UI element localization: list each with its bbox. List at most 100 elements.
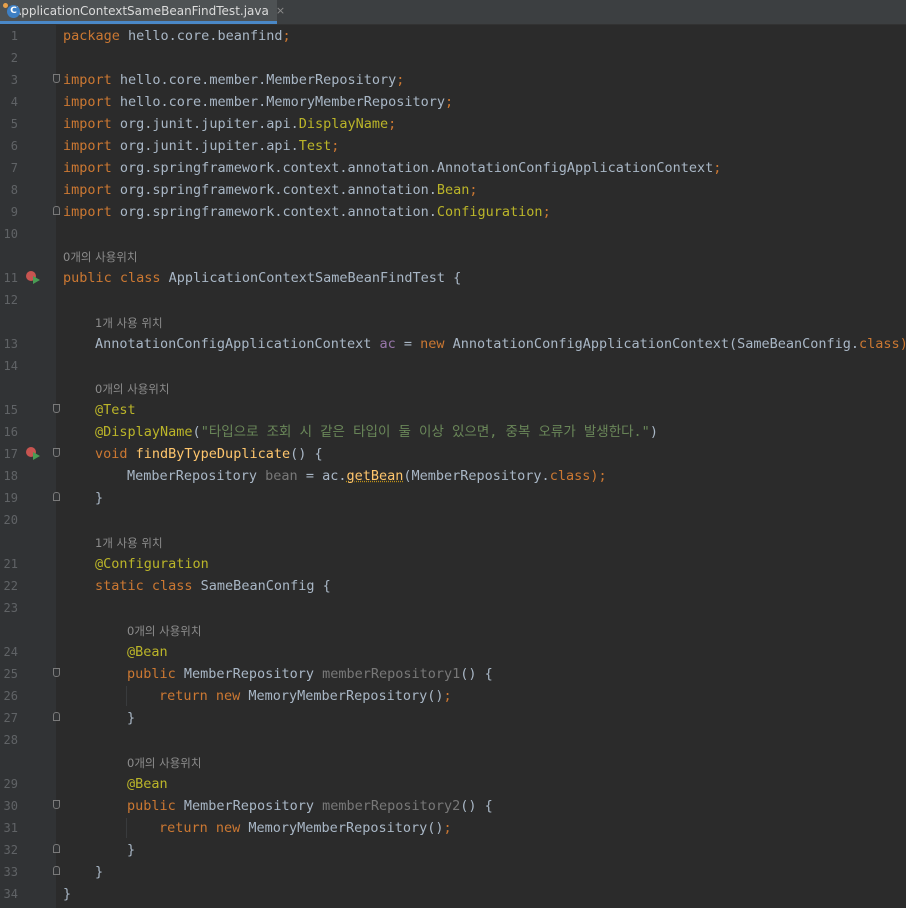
code-text: public class ApplicationContextSameBeanF…: [63, 270, 462, 286]
code-text: import hello.core.member.MemberRepositor…: [63, 72, 405, 88]
line-number: 33: [3, 865, 18, 879]
line-number: 20: [3, 513, 18, 527]
code-line: 6 import org.junit.jupiter.api.Test;: [0, 135, 906, 157]
line-number: 4: [10, 95, 18, 109]
code-line: 15 @Test: [0, 399, 906, 421]
line-number: 8: [10, 183, 18, 197]
line-number: 1: [10, 29, 18, 43]
fold-toggle-icon[interactable]: [53, 74, 60, 83]
fold-end-icon[interactable]: [53, 206, 60, 215]
run-test-icon[interactable]: [26, 271, 40, 285]
code-line: 30 public MemberRepository memberReposit…: [0, 795, 906, 817]
code-text: import org.springframework.context.annot…: [63, 160, 722, 176]
code-line: 25 public MemberRepository memberReposit…: [0, 663, 906, 685]
line-number: 30: [3, 799, 18, 813]
tab-title: ApplicationContextSameBeanFindTest.java: [13, 3, 269, 18]
usage-hint[interactable]: 0개의 사용위치: [63, 249, 137, 265]
line-number: 34: [3, 887, 18, 901]
code-text: }: [95, 490, 104, 506]
code-text: public MemberRepository memberRepository…: [127, 666, 493, 682]
code-text: @DisplayName("타입으로 조회 시 같은 타입이 둘 이상 있으면,…: [95, 424, 658, 440]
fold-toggle-icon[interactable]: [53, 668, 60, 677]
line-number: 29: [3, 777, 18, 791]
line-number: 24: [3, 645, 18, 659]
code-text: return new MemoryMemberRepository();: [159, 688, 452, 704]
code-line: 32 }: [0, 839, 906, 861]
line-number: 17: [3, 447, 18, 461]
code-line: 5 import org.junit.jupiter.api.DisplayNa…: [0, 113, 906, 135]
usage-hint[interactable]: 0개의 사용위치: [127, 623, 201, 639]
code-text: @Test: [95, 402, 136, 418]
tab-close-icon[interactable]: ×: [276, 4, 285, 17]
code-line: 34 }: [0, 883, 906, 905]
fold-toggle-icon[interactable]: [53, 448, 60, 457]
line-number: 5: [10, 117, 18, 131]
code-line: 22 static class SameBeanConfig {: [0, 575, 906, 597]
fold-toggle-icon[interactable]: [53, 404, 60, 413]
run-test-icon[interactable]: [26, 447, 40, 461]
line-number: 11: [3, 271, 18, 285]
line-number: 32: [3, 843, 18, 857]
code-line: 17 void findByTypeDuplicate() {: [0, 443, 906, 465]
code-text: void findByTypeDuplicate() {: [95, 446, 323, 462]
line-number: 6: [10, 139, 18, 153]
code-line: 1 package hello.core.beanfind;: [0, 25, 906, 47]
line-number: 19: [3, 491, 18, 505]
code-text: MemberRepository bean = ac.getBean(Membe…: [127, 468, 607, 484]
code-line: 19 }: [0, 487, 906, 509]
code-line: 16 @DisplayName("타입으로 조회 시 같은 타입이 둘 이상 있…: [0, 421, 906, 443]
editor-tab[interactable]: C ApplicationContextSameBeanFindTest.jav…: [0, 0, 285, 24]
code-line: 9 import org.springframework.context.ann…: [0, 201, 906, 223]
line-number: 26: [3, 689, 18, 703]
code-line: 12: [0, 289, 906, 311]
fold-end-icon[interactable]: [53, 492, 60, 501]
usage-hint[interactable]: 0개의 사용위치: [95, 381, 169, 397]
code-line: 27 }: [0, 707, 906, 729]
code-text: }: [127, 842, 136, 858]
code-text: }: [63, 886, 72, 902]
code-line: 24 @Bean: [0, 641, 906, 663]
code-line: 2: [0, 47, 906, 69]
code-line: 31 return new MemoryMemberRepository();: [0, 817, 906, 839]
line-number: 10: [3, 227, 18, 241]
code-line: 29 @Bean: [0, 773, 906, 795]
code-text: AnnotationConfigApplicationContext ac = …: [95, 336, 906, 352]
usage-hint[interactable]: 1개 사용 위치: [95, 315, 163, 331]
fold-end-icon[interactable]: [53, 844, 60, 853]
code-line: 28: [0, 729, 906, 751]
editor-tab-bar: C ApplicationContextSameBeanFindTest.jav…: [0, 0, 906, 25]
line-number: 27: [3, 711, 18, 725]
code-text: import org.springframework.context.annot…: [63, 182, 478, 198]
usage-hint[interactable]: 1개 사용 위치: [95, 535, 163, 551]
fold-end-icon[interactable]: [53, 712, 60, 721]
code-text: static class SameBeanConfig {: [95, 578, 331, 594]
code-text: import org.junit.jupiter.api.Test;: [63, 138, 340, 154]
line-number: 7: [10, 161, 18, 175]
line-number: 18: [3, 469, 18, 483]
code-line: 21 @Configuration: [0, 553, 906, 575]
code-line: 26 return new MemoryMemberRepository();: [0, 685, 906, 707]
line-number: 3: [10, 73, 18, 87]
code-text: public MemberRepository memberRepository…: [127, 798, 493, 814]
fold-end-icon[interactable]: [53, 866, 60, 875]
code-text: import org.springframework.context.annot…: [63, 204, 551, 220]
line-number: 25: [3, 667, 18, 681]
code-line: 8 import org.springframework.context.ann…: [0, 179, 906, 201]
code-line: 11 public class ApplicationContextSameBe…: [0, 267, 906, 289]
line-number: 2: [10, 51, 18, 65]
code-text: @Bean: [127, 644, 168, 660]
line-number: 12: [3, 293, 18, 307]
code-text: return new MemoryMemberRepository();: [159, 820, 452, 836]
code-text: @Configuration: [95, 556, 209, 572]
line-number: 15: [3, 403, 18, 417]
fold-toggle-icon[interactable]: [53, 800, 60, 809]
line-number: 28: [3, 733, 18, 747]
line-number: 14: [3, 359, 18, 373]
code-line: 18 MemberRepository bean = ac.getBean(Me…: [0, 465, 906, 487]
line-number: 13: [3, 337, 18, 351]
code-line: 3 import hello.core.member.MemberReposit…: [0, 69, 906, 91]
code-text: import hello.core.member.MemoryMemberRep…: [63, 94, 454, 110]
code-text: import org.junit.jupiter.api.DisplayName…: [63, 116, 397, 132]
code-line: 10: [0, 223, 906, 245]
usage-hint[interactable]: 0개의 사용위치: [127, 755, 201, 771]
